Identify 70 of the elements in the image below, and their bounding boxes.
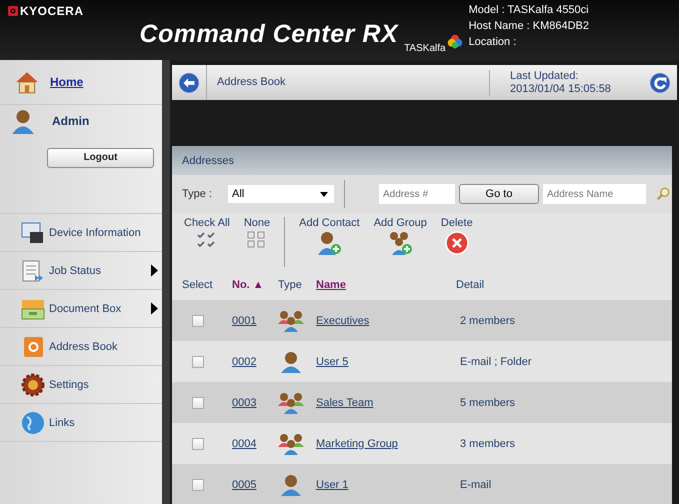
address-name-link[interactable]: Sales Team bbox=[316, 396, 374, 408]
add-group-icon bbox=[387, 230, 414, 254]
group-icon bbox=[278, 432, 304, 454]
last-updated-label: Last Updated: bbox=[510, 70, 580, 82]
sidebar-item[interactable]: Links bbox=[0, 404, 162, 442]
last-updated-time: 2013/01/04 15:05:58 bbox=[510, 82, 612, 96]
column-header: Type bbox=[278, 279, 303, 291]
home-link[interactable]: Home bbox=[50, 75, 84, 89]
address-number-link[interactable]: 0002 bbox=[232, 356, 256, 368]
type-dropdown[interactable]: All bbox=[228, 185, 334, 203]
globe-icon bbox=[20, 410, 46, 434]
address-number-link[interactable]: 0004 bbox=[232, 438, 256, 450]
device-info-text: Model : TASKalfa 4550ci bbox=[468, 3, 589, 18]
address-number-link[interactable]: 0003 bbox=[232, 396, 256, 408]
address-detail: E-mail bbox=[460, 478, 492, 490]
device-icon bbox=[20, 220, 46, 244]
group-icon bbox=[278, 310, 304, 332]
address-name-link[interactable]: Executives bbox=[316, 314, 370, 326]
user-avatar-icon bbox=[10, 108, 36, 134]
toolbar-button[interactable]: Add Contact bbox=[293, 216, 366, 266]
user-name: Admin bbox=[52, 114, 90, 128]
submenu-arrow-icon bbox=[151, 302, 158, 315]
add-user-icon bbox=[316, 230, 342, 254]
sidebar-item[interactable]: Document Box bbox=[0, 290, 162, 328]
brand-logo-text: KYOCERA bbox=[20, 4, 84, 18]
gear-icon bbox=[20, 372, 46, 396]
flower-logo-icon bbox=[446, 34, 463, 50]
column-header: Detail bbox=[456, 279, 486, 291]
address-number-link[interactable]: 0005 bbox=[232, 478, 256, 490]
logo-icon bbox=[8, 6, 18, 16]
delete-icon bbox=[444, 230, 469, 254]
toolbar-button[interactable]: Check All bbox=[178, 216, 236, 266]
toolbar-button[interactable]: None bbox=[238, 216, 276, 266]
row-checkbox[interactable] bbox=[192, 438, 204, 450]
column-header-link[interactable]: Name bbox=[316, 279, 456, 291]
column-header: Select bbox=[182, 279, 214, 291]
page-title: Address Book bbox=[206, 65, 489, 100]
address-number-field[interactable]: Address # bbox=[379, 184, 455, 204]
submenu-arrow-icon bbox=[151, 264, 158, 277]
address-number-link[interactable]: 0001 bbox=[232, 314, 256, 326]
row-checkbox[interactable] bbox=[192, 356, 204, 368]
sorted-column-header[interactable]: No. ▲ bbox=[232, 279, 278, 291]
device-info-text: Location : bbox=[468, 35, 518, 50]
sidebar-item[interactable]: Job Status bbox=[0, 252, 162, 290]
device-info-text: Host Name : KM864DB2 bbox=[468, 19, 589, 34]
address-detail: 2 members bbox=[460, 314, 516, 326]
row-checkbox[interactable] bbox=[192, 314, 204, 326]
address-name-field[interactable]: Address Name bbox=[543, 184, 646, 204]
type-label: Type : bbox=[182, 188, 213, 200]
row-checkbox[interactable] bbox=[192, 396, 204, 408]
product-name: TASKalfa bbox=[404, 43, 446, 54]
toolbar-button[interactable]: Delete bbox=[434, 216, 479, 266]
address-detail: 3 members bbox=[460, 438, 516, 450]
toolbar-button[interactable]: Add Group bbox=[368, 216, 433, 266]
sidebar-item[interactable]: Settings bbox=[0, 366, 162, 404]
address-name-link[interactable]: Marketing Group bbox=[316, 438, 398, 450]
logout-button[interactable]: Logout bbox=[47, 148, 154, 168]
go-to-button[interactable]: Go to bbox=[459, 184, 539, 204]
address-name-link[interactable]: User 1 bbox=[316, 478, 348, 490]
sidebar-item[interactable]: Device Information bbox=[0, 214, 162, 252]
row-checkbox[interactable] bbox=[192, 478, 204, 490]
address-detail: E-mail ; Folder bbox=[460, 356, 533, 368]
panel-title: Addresses bbox=[182, 154, 234, 166]
address-name-link[interactable]: User 5 bbox=[316, 356, 348, 368]
dropdown-caret-icon bbox=[320, 192, 328, 196]
app-title: Command Center RX bbox=[140, 20, 398, 50]
sidebar-item[interactable]: Address Book bbox=[0, 328, 162, 366]
group-icon bbox=[278, 392, 304, 414]
address-detail: 5 members bbox=[460, 396, 516, 408]
search-icon[interactable] bbox=[656, 187, 670, 201]
